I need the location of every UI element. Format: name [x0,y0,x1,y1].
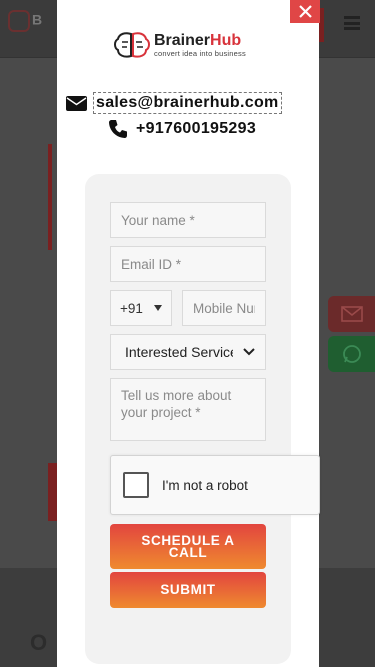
phone-link[interactable]: +917600195293 [136,120,256,138]
chevron-down-icon [243,348,255,356]
mail-icon [340,306,363,322]
contact-phone[interactable]: +917600195293 [108,119,256,139]
name-field[interactable] [110,202,266,238]
project-details-field[interactable] [110,378,266,441]
brainerhub-logo: BrainerHub convert idea into business [113,30,265,60]
envelope-icon [66,95,87,111]
logo-tagline: convert idea into business [154,48,246,58]
contact-email[interactable]: sales@brainerhub.com [66,92,282,114]
brain-logo-icon [8,10,30,32]
interested-service-select[interactable]: Interested Service [110,334,266,370]
logo-title: BrainerHub [154,31,242,49]
caret-down-icon [154,305,162,311]
side-mail-button [328,296,375,332]
close-button[interactable] [290,0,320,23]
schedule-call-button[interactable]: SCHEDULE A CALL [110,524,266,569]
hamburger-menu-icon [344,16,360,30]
close-icon [298,5,312,18]
brain-logo-icon [114,32,150,58]
country-code-value: +91 [120,300,143,316]
mobile-field[interactable] [182,290,266,326]
email-field[interactable] [110,246,266,282]
background-section-title: O [30,630,48,655]
submit-button[interactable]: SUBMIT [110,572,266,608]
interested-service-value: Interested Service [125,344,233,360]
country-code-select[interactable]: +91 [110,290,172,326]
side-whatsapp-button [328,336,375,372]
phone-icon [109,120,127,138]
recaptcha-label: I'm not a robot [162,477,248,493]
email-link[interactable]: sales@brainerhub.com [93,92,282,114]
recaptcha-checkbox[interactable] [123,472,149,498]
whatsapp-icon [342,345,361,363]
recaptcha-widget: I'm not a robot [110,455,320,515]
background-accent-bar [48,144,52,250]
